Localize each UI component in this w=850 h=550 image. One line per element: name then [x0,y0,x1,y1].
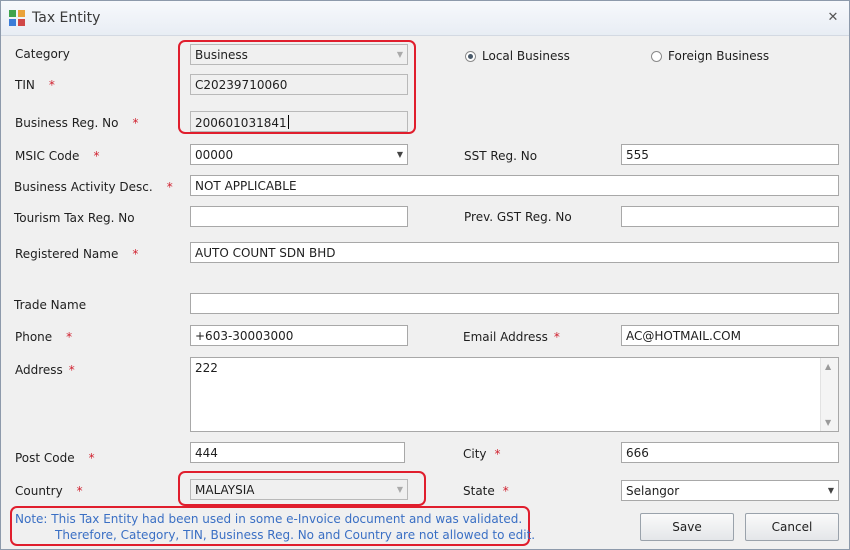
post-code-field[interactable]: 444 [190,442,405,463]
state-dropdown[interactable]: Selangor ▼ [621,480,839,501]
tourism-tax-reg-no-label: Tourism Tax Reg. No [14,211,135,225]
trade-name-label: Trade Name [14,298,87,312]
local-business-radio[interactable] [465,51,476,62]
sst-reg-no-field[interactable]: 555 [621,144,839,165]
business-reg-no-label: Business Reg. No * [15,116,139,130]
email-value: AC@HOTMAIL.COM [626,329,741,343]
msic-code-label: MSIC Code * [15,149,100,163]
state-label: State * [463,484,509,498]
note-line-2: Therefore, Category, TIN, Business Reg. … [55,528,536,542]
scroll-up-icon[interactable]: ▲ [825,362,831,371]
note-line-1: Note: This Tax Entity had been used in s… [15,512,523,526]
cancel-button[interactable]: Cancel [745,513,839,541]
city-label: City * [463,447,501,461]
window-title: Tax Entity [32,10,101,26]
tourism-tax-reg-no-field[interactable] [190,206,408,227]
address-textarea[interactable]: 222 ▲ ▼ [190,357,839,432]
business-activity-label: Business Activity Desc. * [14,180,173,194]
phone-field[interactable]: +603-30003000 [190,325,408,346]
city-value: 666 [626,446,649,460]
address-scrollbar[interactable]: ▲ ▼ [820,358,838,431]
registered-name-label: Registered Name * [15,247,139,261]
trade-name-field[interactable] [190,293,839,314]
city-field[interactable]: 666 [621,442,839,463]
title-bar: Tax Entity ✕ [1,1,849,36]
tin-label: TIN * [15,78,55,92]
address-label: Address * [15,363,75,377]
scroll-down-icon[interactable]: ▼ [825,418,831,427]
foreign-business-label: Foreign Business [668,49,770,63]
foreign-business-radio[interactable] [651,51,662,62]
tax-entity-window: Tax Entity ✕ Category Business ▼ Local B… [0,0,850,550]
local-business-label: Local Business [482,49,570,63]
chevron-down-icon[interactable]: ▼ [828,486,834,495]
msic-code-value: 00000 [195,148,234,162]
category-label: Category [15,47,70,61]
msic-code-dropdown[interactable]: 00000 ▼ [190,144,408,165]
save-button[interactable]: Save [640,513,734,541]
country-label: Country * [15,484,83,498]
phone-label: Phone * [15,330,73,344]
locked-fields-highlight [178,40,416,134]
close-icon[interactable]: ✕ [823,8,843,28]
chevron-down-icon[interactable]: ▼ [397,150,403,159]
registered-name-value: AUTO COUNT SDN BHD [195,246,336,260]
post-code-label: Post Code * [15,451,95,465]
sst-reg-no-value: 555 [626,148,649,162]
email-label: Email Address * [463,330,560,344]
business-activity-value: NOT APPLICABLE [195,179,297,193]
sst-reg-no-label: SST Reg. No [464,149,538,163]
app-icon [9,10,25,26]
country-highlight [178,471,426,506]
business-activity-field[interactable]: NOT APPLICABLE [190,175,839,196]
address-value: 222 [195,361,218,375]
email-field[interactable]: AC@HOTMAIL.COM [621,325,839,346]
state-value: Selangor [626,484,680,498]
prev-gst-reg-no-field[interactable] [621,206,839,227]
prev-gst-reg-no-label: Prev. GST Reg. No [464,210,572,224]
post-code-value: 444 [195,446,218,460]
form-body: Category Business ▼ Local Business Forei… [3,36,848,548]
registered-name-field[interactable]: AUTO COUNT SDN BHD [190,242,839,263]
phone-value: +603-30003000 [195,329,294,343]
